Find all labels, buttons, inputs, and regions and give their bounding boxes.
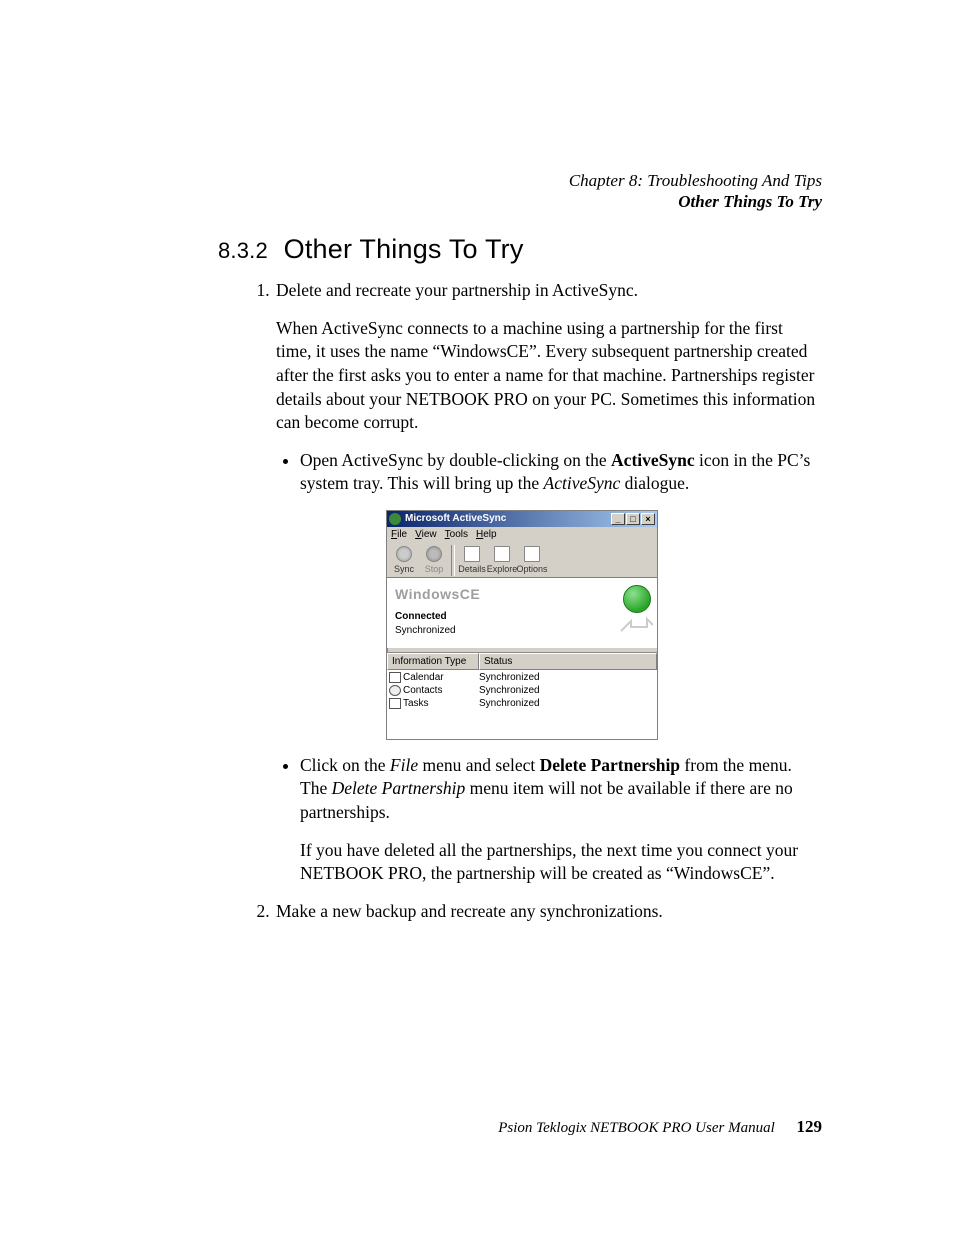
tasks-icon — [389, 698, 401, 709]
minimize-button[interactable]: _ — [611, 513, 625, 525]
sync-state: Synchronized — [395, 624, 649, 638]
connection-state: Connected — [395, 610, 649, 624]
page-footer: Psion Teklogix NETBOOK PRO User Manual 1… — [498, 1117, 822, 1137]
menu-view[interactable]: View — [415, 528, 437, 542]
section-number: 8.3.2 — [218, 238, 268, 263]
menu-help[interactable]: Help — [476, 528, 497, 542]
menubar: File View Tools Help — [387, 527, 657, 543]
column-status[interactable]: Status — [479, 653, 657, 671]
footer-page-number: 129 — [797, 1117, 823, 1136]
contacts-icon — [389, 685, 401, 696]
step2-text: Make a new backup and recreate any synch… — [276, 900, 822, 924]
sync-arrows-icon — [617, 613, 653, 645]
list-item[interactable]: Calendar Synchronized — [387, 671, 657, 684]
list-item[interactable]: Contacts Synchronized — [387, 684, 657, 697]
sync-badge-icon — [623, 585, 651, 613]
titlebar[interactable]: Microsoft ActiveSync _ □ × — [387, 511, 657, 527]
details-icon — [464, 546, 480, 562]
window-title: Microsoft ActiveSync — [405, 512, 611, 526]
close-button[interactable]: × — [641, 513, 655, 525]
section-heading: 8.3.2 Other Things To Try — [218, 234, 822, 265]
toolbar-options-button[interactable]: Options — [517, 545, 547, 576]
toolbar: Sync Stop Details — [387, 543, 657, 578]
toolbar-separator — [451, 545, 455, 576]
column-information-type[interactable]: Information Type — [387, 653, 479, 671]
calendar-icon — [389, 672, 401, 683]
header-section: Other Things To Try — [569, 191, 822, 212]
step1-bullet-2-text: Click on the File menu and select Delete… — [300, 754, 822, 825]
toolbar-explore-button[interactable]: Explore — [487, 545, 517, 576]
options-icon — [524, 546, 540, 562]
window-controls: _ □ × — [611, 513, 655, 525]
listview-body: Calendar Synchronized Contacts Synchroni… — [387, 670, 657, 710]
footer-manual: Psion Teklogix NETBOOK PRO User Manual — [498, 1120, 775, 1136]
status-pane: WindowsCE Connected Synchronized — [387, 578, 657, 648]
running-header: Chapter 8: Troubleshooting And Tips Othe… — [569, 170, 822, 213]
stop-icon — [426, 546, 442, 562]
header-chapter: Chapter 8: Troubleshooting And Tips — [569, 170, 822, 191]
activesync-icon — [389, 513, 401, 525]
step1-bullet-2: Click on the File menu and select Delete… — [300, 754, 822, 886]
step1-sublist: Open ActiveSync by double-clicking on th… — [276, 449, 822, 886]
listview-header: Information Type Status — [387, 653, 657, 671]
activesync-window: Microsoft ActiveSync _ □ × File View Too… — [386, 510, 658, 740]
device-name: WindowsCE — [395, 585, 649, 604]
listview: Information Type Status Calendar Synchro… — [387, 653, 657, 739]
maximize-button[interactable]: □ — [626, 513, 640, 525]
page-body: Chapter 8: Troubleshooting And Tips Othe… — [0, 0, 954, 1235]
step-1: Delete and recreate your partnership in … — [274, 279, 822, 886]
section-title: Other Things To Try — [284, 234, 524, 264]
step1-bullet-1: Open ActiveSync by double-clicking on th… — [300, 449, 822, 740]
list-item[interactable]: Tasks Synchronized — [387, 697, 657, 710]
menu-tools[interactable]: Tools — [445, 528, 468, 542]
toolbar-sync-button[interactable]: Sync — [389, 545, 419, 576]
ordered-steps: Delete and recreate your partnership in … — [218, 279, 822, 923]
step1-bullet-2-para: If you have deleted all the partnerships… — [300, 839, 822, 886]
toolbar-stop-button[interactable]: Stop — [419, 545, 449, 576]
menu-file[interactable]: File — [391, 528, 407, 542]
toolbar-details-button[interactable]: Details — [457, 545, 487, 576]
step-2: Make a new backup and recreate any synch… — [274, 900, 822, 924]
step1-para: When ActiveSync connects to a machine us… — [276, 317, 822, 435]
step1-bullet-1-text: Open ActiveSync by double-clicking on th… — [300, 449, 822, 496]
step1-lead: Delete and recreate your partnership in … — [276, 279, 822, 303]
sync-icon — [396, 546, 412, 562]
explore-icon — [494, 546, 510, 562]
